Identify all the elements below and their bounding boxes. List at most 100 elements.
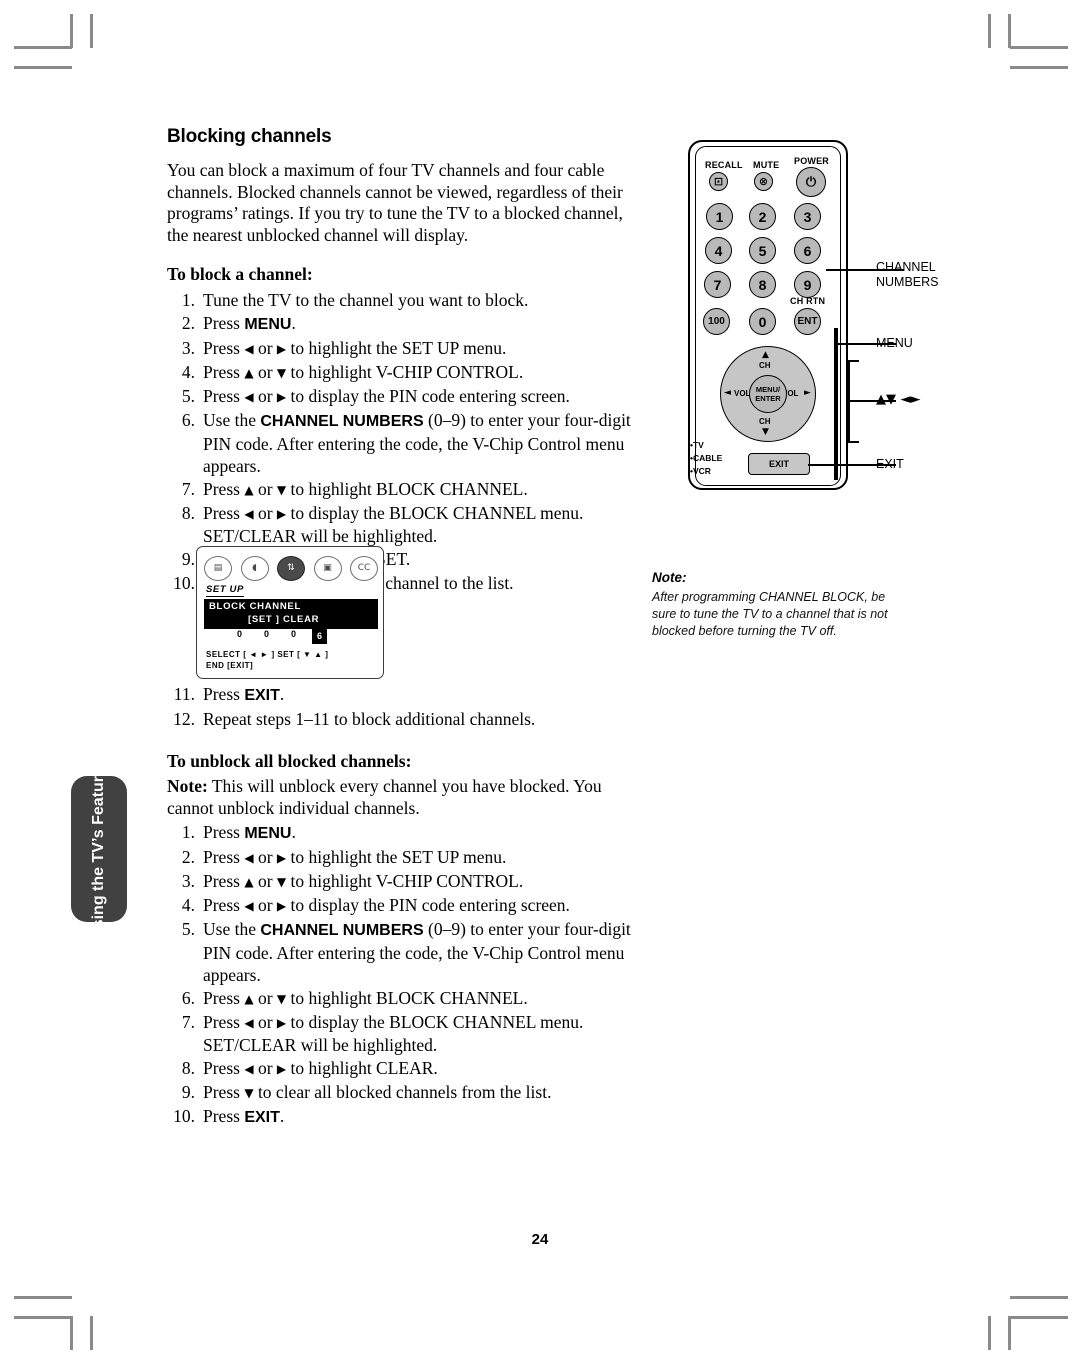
step-item: 8. Press ◀ or ▶ to highlight CLEAR.: [167, 1057, 637, 1080]
step-text: Use the CHANNEL NUMBERS (0–9) to enter y…: [203, 919, 631, 985]
step-item: 12. Repeat steps 1–11 to block additional…: [167, 708, 637, 730]
step-number: 8.: [181, 1058, 195, 1078]
step-number: 6.: [181, 410, 195, 430]
leader-bracket-top: [848, 360, 859, 362]
step-item: 1. Tune the TV to the channel you want to…: [167, 289, 637, 311]
dpad-down-icon[interactable]: ▼: [762, 427, 769, 437]
step-text: Press EXIT.: [203, 684, 285, 704]
note-title: Note:: [652, 570, 687, 585]
dpad-ch-up-label: CH: [759, 361, 771, 370]
crop-mark-bottom-right-v: [1008, 1316, 1011, 1350]
step-item: 4. Press ◀ or ▶ to display the PIN code e…: [167, 894, 637, 917]
step-number: 6.: [181, 988, 195, 1008]
osd-footer: SELECT [ ◄ ► ] SET [ ▼ ▲ ] END [EXIT]: [206, 649, 328, 671]
step-text: Press ▼ to clear all blocked channels fr…: [203, 1082, 552, 1102]
dpad-vol-left-label: VOL: [734, 389, 751, 398]
step-number: 8.: [181, 503, 195, 523]
osd-pin-digit: 0: [236, 629, 242, 639]
note-box: Note: After programming CHANNEL BLOCK, b…: [652, 570, 902, 640]
step-number: 2.: [181, 847, 195, 867]
step-number: 2.: [181, 313, 195, 333]
block-channel-heading: To block a channel:: [167, 264, 313, 284]
osd-icon-row: ▤ ◖ ⇅ ▣ CC: [204, 553, 378, 583]
key-5[interactable]: 5: [749, 237, 776, 264]
step-number: 1.: [181, 290, 195, 310]
crop-mark-top-left-bleed-v: [90, 14, 93, 48]
ch-rtn-label: CH RTN: [790, 296, 826, 306]
step-number: 3.: [181, 338, 195, 358]
key-100[interactable]: 100: [703, 308, 730, 335]
osd-footer-line2: END [EXIT]: [206, 661, 254, 670]
dpad-ch-down-label: CH: [759, 417, 771, 426]
note-body: After programming CHANNEL BLOCK, be sure…: [652, 590, 888, 638]
mute-label: MUTE: [753, 160, 780, 170]
power-label: POWER: [794, 156, 830, 166]
block-channel-steps-continued: 11. Press EXIT. 12. Repeat steps 1–11 to bl…: [167, 683, 637, 730]
step-text: Press ▲ or ▼ to highlight V-CHIP CONTROL…: [203, 871, 524, 891]
step-text: Press MENU.: [203, 313, 296, 333]
osd-pin-digit: 0: [290, 629, 296, 639]
step-number: 3.: [181, 871, 195, 891]
chapter-tab: Using the TV’s Features: [71, 758, 127, 940]
key-7[interactable]: 7: [704, 271, 731, 298]
dpad-left-icon[interactable]: ◄: [724, 388, 731, 398]
step-text: Press ◀ or ▶ to display the BLOCK CHANNE…: [203, 503, 584, 546]
osd-row-title: BLOCK CHANNEL: [209, 601, 301, 612]
unblock-steps: 1. Press MENU. 2. Press ◀ or ▶ to highlight…: [167, 821, 637, 1129]
step-number: 5.: [181, 386, 195, 406]
crop-mark-top-right-v: [1008, 14, 1011, 48]
dpad-right-icon[interactable]: ►: [804, 388, 811, 398]
menu-enter-button[interactable]: MENU/ ENTER: [749, 375, 787, 413]
crop-mark-top-left-h: [14, 46, 72, 49]
step-text: Press ◀ or ▶ to display the BLOCK CHANNE…: [203, 1012, 584, 1055]
callout-menu: MENU: [876, 336, 913, 350]
menu-enter-line1: MENU/: [755, 385, 781, 394]
key-ent[interactable]: ENT: [794, 308, 821, 335]
key-3[interactable]: 3: [794, 203, 821, 230]
osd-set-clear: [SET ] CLEAR: [248, 614, 320, 625]
leader-bracket-bottom: [848, 441, 859, 443]
video-icon[interactable]: ▣: [313, 555, 342, 581]
leader-line-channel-numbers: [826, 269, 868, 271]
step-text: Repeat steps 1–11 to block additional ch…: [203, 709, 536, 729]
key-6[interactable]: 6: [794, 237, 821, 264]
exit-button[interactable]: EXIT: [748, 453, 810, 475]
osd-pin-digit: 6: [312, 629, 327, 644]
callout-exit: EXIT: [876, 457, 904, 471]
crop-mark-bottom-left-v: [70, 1316, 73, 1350]
key-1[interactable]: 1: [706, 203, 733, 230]
step-text: Press ▲ or ▼ to highlight BLOCK CHANNEL.: [203, 479, 528, 499]
step-item: 2. Press MENU.: [167, 312, 637, 336]
crop-mark-top-right-bleed-v: [988, 14, 991, 48]
key-0[interactable]: 0: [749, 308, 776, 335]
crop-mark-top-left-bleed: [14, 66, 72, 69]
osd-screenshot: ▤ ◖ ⇅ ▣ CC SET UP BLOCK CHANNEL [SET ] CLEAR…: [196, 546, 384, 679]
key-8[interactable]: 8: [749, 271, 776, 298]
step-text: Press ▲ or ▼ to highlight BLOCK CHANNEL.: [203, 988, 528, 1008]
closed-caption-icon[interactable]: CC: [350, 555, 378, 581]
key-2[interactable]: 2: [749, 203, 776, 230]
dpad-up-icon[interactable]: ▲: [762, 350, 769, 360]
crop-mark-bottom-left-h: [14, 1316, 72, 1319]
key-9[interactable]: 9: [794, 271, 821, 298]
step-item: 3. Press ◀ or ▶ to highlight the SET UP m…: [167, 337, 637, 360]
direction-pad[interactable]: ▲ CH ◄ VOL ► VOL CH ▼ MENU/ ENTER: [720, 346, 816, 442]
key-4[interactable]: 4: [705, 237, 732, 264]
setup-icon[interactable]: ⇅: [277, 555, 305, 581]
step-text: Press ▲ or ▼ to highlight V-CHIP CONTROL…: [203, 362, 524, 382]
mute-button[interactable]: ⊗: [754, 172, 773, 191]
unblock-heading: To unblock all blocked channels:: [167, 751, 412, 771]
recall-button[interactable]: ⊡: [709, 172, 728, 191]
step-text: Press ◀ or ▶ to highlight CLEAR.: [203, 1058, 438, 1078]
power-button[interactable]: ⏻: [796, 167, 826, 197]
crop-mark-top-left-v: [70, 14, 73, 48]
unblock-note: Note: This will unblock every channel yo…: [167, 776, 602, 818]
picture-icon[interactable]: ▤: [204, 555, 232, 581]
crop-mark-bottom-right-bleed: [1010, 1296, 1068, 1299]
step-item: 1. Press MENU.: [167, 821, 637, 845]
audio-icon[interactable]: ◖: [240, 555, 269, 581]
crop-mark-bottom-left-bleed-v: [90, 1316, 93, 1350]
source-indicator-vcr: •VCR: [690, 466, 711, 476]
source-indicator-tv: •TV: [690, 440, 704, 450]
step-number: 9.: [181, 1082, 195, 1102]
